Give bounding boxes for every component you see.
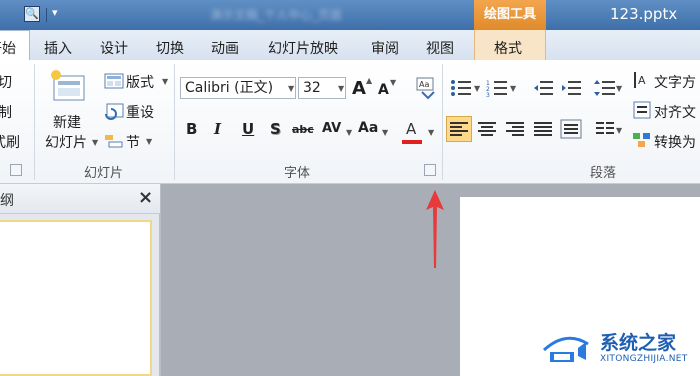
shrink-font-button[interactable]: A: [378, 82, 389, 98]
bullets-icon[interactable]: [450, 78, 472, 98]
bullets-dropdown-icon[interactable]: ▼: [474, 84, 480, 93]
blurred-window-title: 演示文稿_个人中心_页面: [210, 8, 343, 22]
clipboard-launcher-icon[interactable]: [10, 164, 22, 176]
svg-text:Aa: Aa: [419, 80, 429, 89]
font-dialog-launcher-icon[interactable]: [424, 164, 436, 176]
character-spacing-button[interactable]: AV: [322, 121, 341, 136]
svg-text:3: 3: [486, 92, 490, 98]
font-color-swatch: [402, 140, 422, 144]
group-divider: [442, 64, 443, 180]
tab-review[interactable]: 审阅: [371, 38, 399, 58]
text-direction-button[interactable]: 文字方: [654, 72, 696, 92]
annotation-arrow-icon: [424, 190, 446, 274]
align-text-button[interactable]: 对齐文: [654, 102, 696, 122]
italic-button[interactable]: I: [214, 120, 221, 138]
tab-format[interactable]: 格式: [494, 38, 522, 58]
align-text-icon[interactable]: [632, 100, 652, 120]
font-size-dropdown-icon[interactable]: ▼: [338, 84, 344, 93]
svg-text:A: A: [638, 74, 646, 87]
outline-tab[interactable]: 纲: [0, 190, 14, 210]
align-center-icon[interactable]: [476, 119, 498, 139]
text-direction-icon[interactable]: A: [632, 70, 652, 90]
change-case-button[interactable]: Aa: [358, 120, 378, 136]
quick-access-divider: [46, 8, 47, 22]
increase-indent-icon[interactable]: [560, 78, 582, 98]
section-icon[interactable]: [104, 132, 124, 150]
watermark-logo-icon: [542, 330, 590, 366]
tab-design[interactable]: 设计: [100, 38, 128, 58]
font-name-combo[interactable]: Calibri (正文): [180, 77, 296, 99]
layout-button[interactable]: 版式: [126, 72, 154, 92]
new-slide-label-1[interactable]: 新建: [53, 112, 81, 132]
group-divider: [174, 64, 175, 180]
bold-button[interactable]: B: [186, 120, 197, 138]
copy-button[interactable]: 制: [0, 102, 12, 122]
font-name-dropdown-icon[interactable]: ▼: [288, 84, 294, 93]
convert-smartart-icon[interactable]: [632, 130, 652, 150]
decrease-indent-icon[interactable]: [532, 78, 554, 98]
justify-icon[interactable]: [532, 119, 554, 139]
numbering-icon[interactable]: 123: [486, 78, 508, 98]
format-painter-button[interactable]: 式刷: [0, 132, 20, 152]
section-dropdown-icon[interactable]: ▼: [146, 137, 152, 146]
shrink-font-arrow-icon: ▼: [390, 78, 397, 87]
columns-icon[interactable]: [594, 119, 616, 139]
group-divider: [34, 64, 35, 180]
reset-button[interactable]: 重设: [126, 102, 154, 122]
align-left-icon: [448, 119, 470, 139]
layout-dropdown-icon[interactable]: ▼: [162, 77, 168, 86]
text-shadow-button[interactable]: S: [270, 120, 281, 138]
paragraph-group-label: 段落: [590, 166, 617, 181]
tab-view[interactable]: 视图: [426, 38, 454, 58]
tab-home-label[interactable]: 开始: [0, 38, 16, 58]
new-slide-dropdown-icon[interactable]: ▼: [92, 138, 98, 147]
drawing-tools-context-label: 绘图工具: [474, 0, 546, 30]
section-button[interactable]: 节: [126, 132, 140, 152]
cut-button[interactable]: 切: [0, 72, 12, 92]
new-slide-label-2[interactable]: 幻灯片: [45, 132, 87, 152]
grow-font-button[interactable]: A: [352, 78, 366, 99]
line-spacing-icon[interactable]: [594, 78, 616, 98]
reset-icon[interactable]: [104, 102, 124, 120]
distributed-icon[interactable]: [560, 119, 582, 139]
document-title: 123.pptx: [610, 5, 678, 23]
font-color-button[interactable]: A: [406, 120, 416, 138]
new-slide-icon[interactable]: [48, 68, 88, 108]
customize-quick-access-icon[interactable]: ▾: [52, 6, 58, 19]
font-color-dropdown-icon[interactable]: ▼: [428, 128, 434, 137]
tab-animations[interactable]: 动画: [211, 38, 239, 58]
slide-thumbnail[interactable]: [0, 220, 152, 376]
tab-insert[interactable]: 插入: [44, 38, 72, 58]
line-spacing-dropdown-icon[interactable]: ▼: [616, 84, 622, 93]
character-spacing-dropdown-icon[interactable]: ▼: [346, 128, 352, 137]
underline-button[interactable]: U: [242, 120, 254, 138]
layout-icon[interactable]: [104, 72, 124, 90]
watermark-name: 系统之家: [600, 332, 677, 354]
print-preview-icon[interactable]: 🔍: [24, 6, 40, 22]
clear-formatting-icon[interactable]: Aa: [414, 76, 438, 100]
watermark-url: XITONGZHIJIA.NET: [600, 354, 688, 364]
grow-font-arrow-icon: ▲: [366, 76, 373, 85]
strikethrough-button[interactable]: abc: [292, 123, 314, 136]
font-group-label: 字体: [284, 166, 311, 181]
change-case-dropdown-icon[interactable]: ▼: [382, 128, 388, 137]
convert-smartart-button[interactable]: 转换为: [654, 132, 696, 152]
tab-transitions[interactable]: 切换: [156, 38, 184, 58]
close-pane-icon[interactable]: ×: [138, 187, 153, 208]
tab-slideshow[interactable]: 幻灯片放映: [268, 38, 338, 58]
slides-pane-header: [0, 184, 160, 214]
columns-dropdown-icon[interactable]: ▼: [616, 126, 622, 135]
numbering-dropdown-icon[interactable]: ▼: [510, 84, 516, 93]
align-right-icon[interactable]: [504, 119, 526, 139]
slides-group-label: 幻灯片: [84, 166, 124, 181]
